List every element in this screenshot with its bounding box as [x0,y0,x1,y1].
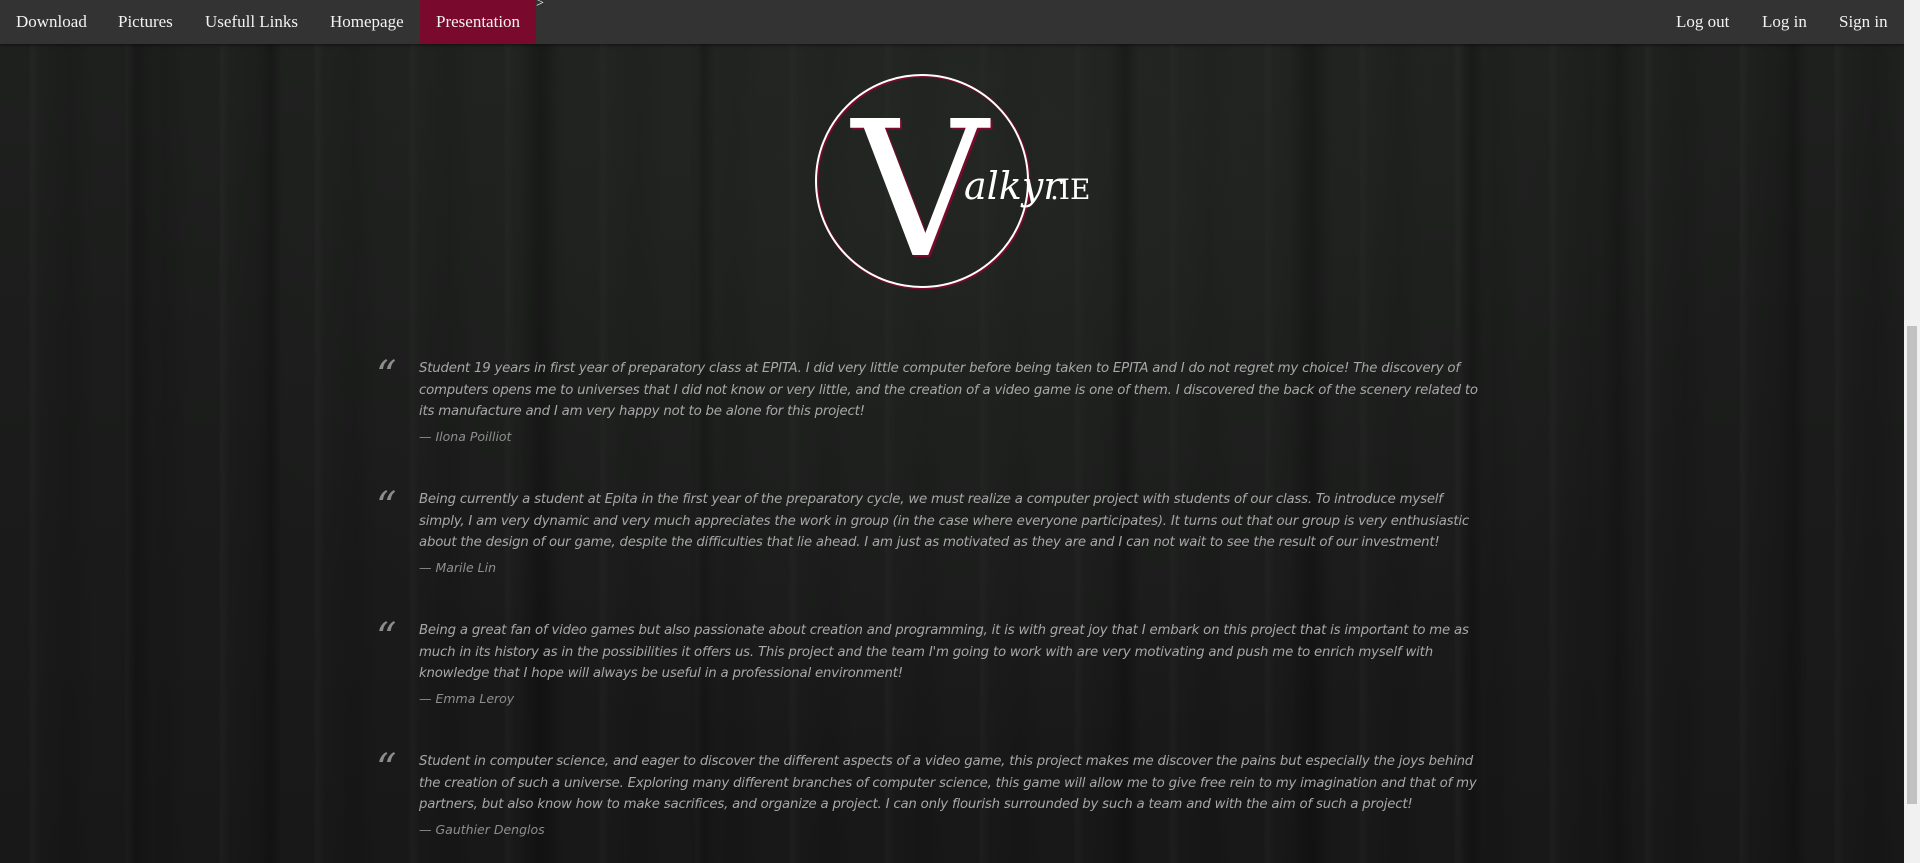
background-trunk [1110,44,1140,863]
quote-icon: “ [376,353,397,399]
testimonial-text: Student 19 years in first year of prepar… [419,361,1478,419]
nav-presentation[interactable]: Presentation [420,0,537,44]
nav-homepage[interactable]: Homepage [314,0,420,44]
logo-suffix: .IE [1050,173,1090,206]
quote-icon: “ [376,615,397,661]
background-trunk [1460,44,1484,863]
testimonial-text: Being a great fan of video games but als… [419,623,1469,681]
background-trunk [1600,44,1636,863]
background-trunk [690,44,716,863]
quote-icon: “ [376,484,397,530]
top-navbar: Download Pictures Usefull Links Homepage… [0,0,1904,44]
testimonial-author: — Emma Leroy [419,691,515,706]
background-trunk [1780,44,1808,863]
background-trunk [520,44,560,863]
background-trunk [120,44,154,863]
nav-sign-in[interactable]: Sign in [1823,0,1904,44]
valkyrie-logo: V V alkyr .IE [815,74,1090,302]
testimonial-author: — Gauthier Denglos [419,822,545,837]
testimonial-author: — Marile Lin [419,560,497,575]
background-trunk [1290,44,1334,863]
nav-pictures[interactable]: Pictures [102,0,189,44]
page: Download Pictures Usefull Links Homepage… [0,0,1920,863]
testimonial-text: Student in computer science, and eager t… [419,754,1477,812]
scrollbar-thumb[interactable] [1907,326,1917,804]
nav-log-out[interactable]: Log out [1660,0,1745,44]
stray-text: > [536,0,544,11]
testimonial-text: Being currently a student at Epita in th… [419,492,1469,550]
nav-usefull-links[interactable]: Usefull Links [189,0,314,44]
testimonial-author: — Ilona Poilliot [419,429,512,444]
nav-log-in[interactable]: Log in [1746,0,1823,44]
vertical-scrollbar[interactable] [1904,0,1920,863]
quote-icon: “ [376,746,397,792]
nav-download[interactable]: Download [0,0,103,44]
background-trunk [260,44,282,863]
